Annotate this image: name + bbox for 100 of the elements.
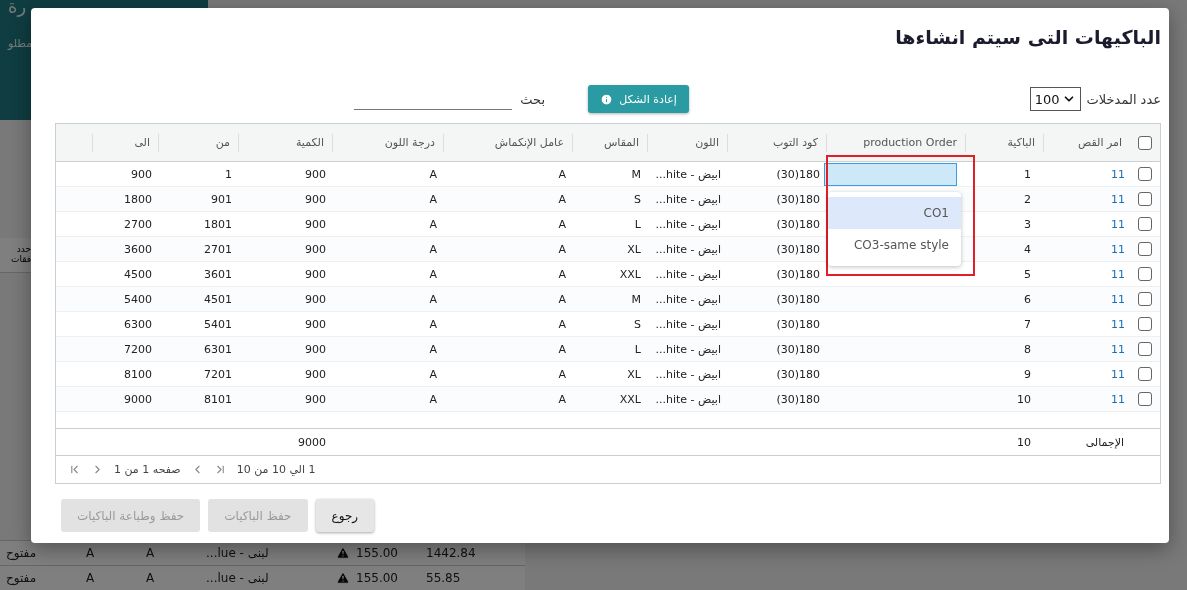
- table-cell-text: A: [85, 571, 96, 585]
- table-cell-text: 1: [1023, 167, 1032, 181]
- column-header: عامل الإنكماش: [443, 133, 572, 152]
- dropdown-option[interactable]: CO1: [828, 197, 961, 229]
- table-cell-text: 6300: [123, 317, 153, 331]
- table-cell-text: ابيض - hite...: [654, 267, 722, 281]
- row-checkbox[interactable]: [1138, 217, 1152, 231]
- column-header: الى: [92, 133, 158, 152]
- table-cell-text: 11: [1110, 192, 1126, 206]
- row-checkbox[interactable]: [1138, 392, 1152, 406]
- table-cell-text: A: [428, 267, 438, 281]
- table-cell-text: A: [557, 292, 567, 306]
- table-cell-text: 2: [1023, 192, 1032, 206]
- table-cell-text: مفتوح: [5, 571, 38, 585]
- row-checkbox[interactable]: [1138, 167, 1152, 181]
- table-cell-text: ابيض - hite...: [654, 317, 722, 331]
- table-cell-text: 900: [304, 292, 327, 306]
- reset-button[interactable]: إعادة الشكل: [588, 85, 689, 113]
- table-cell-text: ابيض - hite...: [654, 392, 722, 406]
- table-cell-text: 7200: [123, 342, 153, 356]
- table-cell-text: 155.00: [355, 571, 399, 585]
- table-cell-text: A: [557, 217, 567, 231]
- row-checkbox[interactable]: [1138, 192, 1152, 206]
- row-checkbox[interactable]: [1138, 292, 1152, 306]
- dropdown-option[interactable]: CO3-same style: [828, 229, 961, 261]
- table-cell-text: 11: [1110, 267, 1126, 281]
- table-cell-text: ابيض - hite...: [654, 242, 722, 256]
- table-cell-text: 8100: [123, 367, 153, 381]
- table-cell-text: A: [557, 167, 567, 181]
- table-cell-text: مفتوح: [5, 546, 38, 560]
- table-cell-text: 1801: [203, 217, 233, 231]
- table-cell-text: 901: [210, 192, 233, 206]
- dialog-title: الباكيهات التى سيتم انشاءها: [894, 26, 1161, 48]
- production-order-field[interactable]: [824, 162, 957, 186]
- total-cell-text: 9000: [297, 435, 327, 449]
- row-checkbox[interactable]: [1138, 367, 1152, 381]
- table-cell-text: 900: [304, 317, 327, 331]
- row-checkbox[interactable]: [1138, 317, 1152, 331]
- table-cell-text: A: [428, 367, 438, 381]
- page-size-select[interactable]: 100: [1029, 87, 1081, 111]
- table-cell-text: M: [630, 167, 642, 181]
- select-all-checkbox[interactable]: [1138, 135, 1152, 150]
- page-size-label: عدد المدخلات: [1086, 91, 1161, 107]
- table-cell-text: 7: [1023, 317, 1032, 331]
- table-cell-text: 900: [304, 217, 327, 231]
- table-cell-text: S: [633, 317, 642, 331]
- table-cell-text: 900: [304, 242, 327, 256]
- table-cell-text: 9: [1023, 367, 1032, 381]
- table-cell-text: 180(30): [775, 167, 821, 181]
- table-cell-text: 180(30): [775, 317, 821, 331]
- table-cell-text: 8101: [203, 392, 233, 406]
- table-cell-text: 5400: [123, 292, 153, 306]
- table-cell-text: A: [145, 571, 156, 585]
- table-cell-text: 10: [1016, 392, 1032, 406]
- table-cell-text: 11: [1110, 367, 1126, 381]
- column-header: كود التوب: [727, 133, 826, 152]
- chevron-bar-left-icon[interactable]: [68, 463, 81, 476]
- table-cell-text: 180(30): [775, 392, 821, 406]
- table-cell-text: 1442.84: [425, 546, 477, 560]
- table-cell-text: 11: [1110, 342, 1126, 356]
- table-cell-text: 11: [1110, 167, 1126, 181]
- total-label: الإجمالى: [1084, 435, 1125, 449]
- footer-button[interactable]: رجوع: [315, 499, 375, 532]
- table-cell-text: 900: [304, 367, 327, 381]
- table-cell-text: 9000: [123, 392, 153, 406]
- table-cell-text: A: [428, 217, 438, 231]
- table-cell-text: 180(30): [775, 217, 821, 231]
- column-header: production Order: [826, 133, 965, 152]
- table-cell-text: A: [428, 342, 438, 356]
- table-cell-text: 3601: [203, 267, 233, 281]
- row-checkbox[interactable]: [1138, 267, 1152, 281]
- table-cell-text: 2701: [203, 242, 233, 256]
- table-cell-text: A: [428, 292, 438, 306]
- table-cell-text: A: [428, 167, 438, 181]
- table-cell-text: XXL: [618, 392, 642, 406]
- table-cell-text: ابيض - hite...: [654, 192, 722, 206]
- pager-range: 1 الي 10 من 10: [236, 463, 316, 476]
- table-cell-text: S: [633, 192, 642, 206]
- table-cell-text: 180(30): [775, 242, 821, 256]
- table-cell-text: XL: [626, 367, 642, 381]
- table-cell-text: لبنى - lue...: [205, 546, 270, 560]
- table-cell-text: A: [557, 317, 567, 331]
- table-cell-text: 900: [304, 167, 327, 181]
- table-cell-text: 11: [1110, 217, 1126, 231]
- column-header: امر القص: [1043, 133, 1130, 152]
- column-header: درجة اللون: [332, 133, 443, 152]
- table-cell-text: A: [85, 546, 96, 560]
- table-cell-text: A: [557, 367, 567, 381]
- table-cell-text: L: [633, 217, 642, 231]
- table-cell-text: 7201: [203, 367, 233, 381]
- info-icon: [600, 92, 614, 106]
- table-cell-text: ابيض - hite...: [654, 217, 722, 231]
- table-cell-text: ابيض - hite...: [654, 342, 722, 356]
- table-cell-text: ابيض - hite...: [654, 367, 722, 381]
- table-cell-text: 11: [1110, 292, 1126, 306]
- row-checkbox[interactable]: [1138, 242, 1152, 256]
- table-cell-text: 180(30): [775, 192, 821, 206]
- page-subtitle: مطلو: [8, 37, 33, 50]
- table-cell-text: A: [557, 392, 567, 406]
- row-checkbox[interactable]: [1138, 342, 1152, 356]
